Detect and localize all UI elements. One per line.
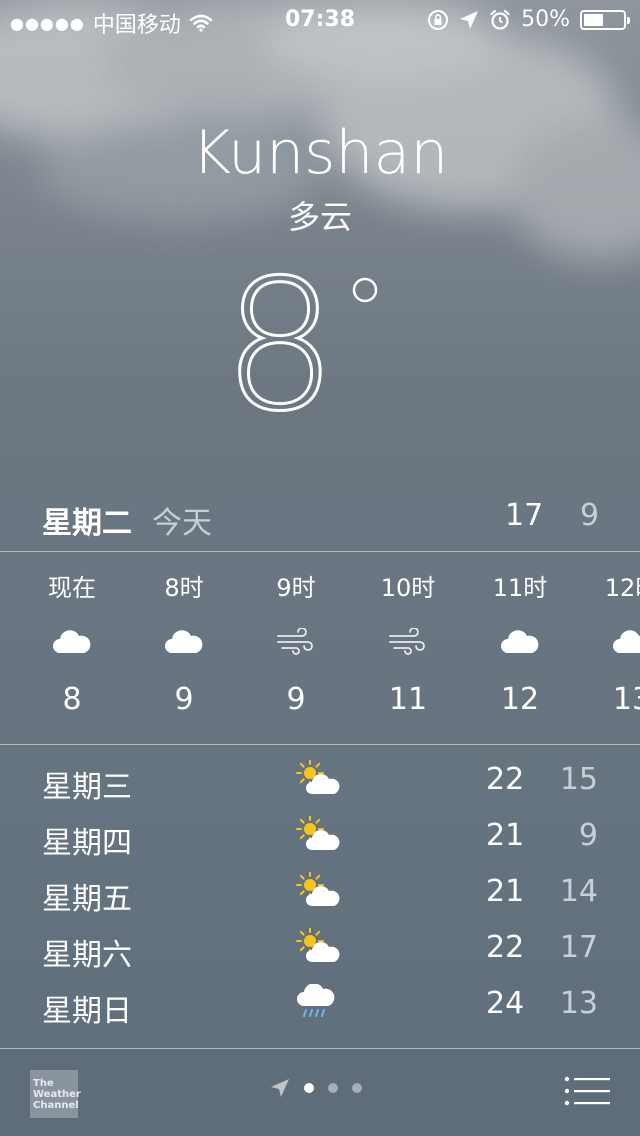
today-day: 星期二	[42, 506, 132, 541]
daily-low: 17	[559, 930, 598, 965]
current-temperature-display: 8	[230, 258, 378, 418]
rain-icon	[296, 983, 336, 1028]
daily-high: 24	[486, 986, 525, 1021]
today-high: 17	[505, 498, 544, 533]
hour-item: 11时 12	[464, 552, 576, 717]
daily-row: 星期日 24 13	[0, 976, 640, 1032]
hour-temperature: 9	[174, 682, 194, 717]
hourly-forecast[interactable]: 现在 8 8时 9 9时 9 10时 11 11时 12 12时 13	[0, 552, 640, 744]
daily-row: 星期六 22 17	[0, 920, 640, 976]
daily-day: 星期五	[42, 882, 132, 917]
daily-low: 13	[559, 986, 598, 1021]
hour-temperature: 9	[286, 682, 306, 717]
hour-item: 8时 9	[128, 552, 240, 717]
partly-sunny-icon	[296, 871, 344, 916]
weather-channel-logo[interactable]: The Weather Channel	[30, 1070, 81, 1118]
battery-icon	[580, 9, 630, 30]
today-low: 9	[580, 498, 600, 533]
page-indicator[interactable]	[270, 1078, 362, 1098]
daily-day: 星期四	[42, 826, 132, 861]
hour-label: 8时	[164, 574, 204, 602]
daily-low: 15	[559, 762, 598, 797]
hour-label: 10时	[380, 574, 436, 602]
city-list-icon[interactable]	[564, 1076, 610, 1106]
wind-icon	[352, 612, 464, 672]
battery-percentage: 50%	[521, 7, 570, 32]
daily-row: 星期五 21 14	[0, 864, 640, 920]
hour-temperature: 8	[62, 682, 82, 717]
degree-symbol	[352, 277, 378, 303]
cloud-icon	[576, 612, 640, 672]
page-dot[interactable]	[328, 1083, 338, 1093]
status-bar: ●●●●● 中国移动 07:38 50%	[0, 0, 640, 40]
daily-high: 22	[486, 930, 525, 965]
status-right: 50%	[427, 7, 630, 32]
cloud-icon	[464, 612, 576, 672]
daily-day: 星期三	[42, 770, 132, 805]
today-label: 今天	[152, 506, 212, 541]
battery-fill	[584, 13, 603, 26]
hour-label: 9时	[276, 574, 316, 602]
divider	[0, 1048, 640, 1049]
partly-sunny-icon	[296, 759, 344, 804]
daily-low: 9	[578, 818, 598, 853]
hour-label: 12时	[604, 574, 640, 602]
page-dots	[304, 1083, 362, 1093]
hour-item: 9时 9	[240, 552, 352, 717]
daily-low: 14	[559, 874, 598, 909]
current-temperature: 8	[0, 258, 640, 418]
hour-label: 11时	[492, 574, 548, 602]
page-dot[interactable]	[304, 1083, 314, 1093]
daily-high: 21	[486, 818, 525, 853]
daily-high: 22	[486, 762, 525, 797]
daily-day: 星期六	[42, 938, 132, 973]
daily-high: 21	[486, 874, 525, 909]
page-dot[interactable]	[352, 1083, 362, 1093]
partly-sunny-icon	[296, 815, 344, 860]
hour-item: 现在 8	[16, 552, 128, 717]
divider	[0, 744, 640, 745]
cloud-icon	[128, 612, 240, 672]
hour-item: 12时 13	[576, 552, 640, 717]
location-page-icon	[271, 1079, 289, 1097]
daily-day: 星期日	[42, 994, 132, 1029]
today-summary: 星期二 今天 17 9	[0, 498, 640, 542]
bottom-toolbar: The Weather Channel	[0, 1048, 640, 1136]
partly-sunny-icon	[296, 927, 344, 972]
daily-row: 星期四 21 9	[0, 808, 640, 864]
rotation-lock-icon	[428, 9, 449, 30]
weather-condition: 多云	[287, 198, 352, 236]
location-arrow-icon	[460, 10, 479, 29]
daily-forecast[interactable]: 星期三 22 15 星期四 21 9 星期五 21 14 星期六 22 17 星期日 24 13	[0, 752, 640, 1032]
hour-item: 10时 11	[352, 552, 464, 717]
daily-row: 星期三 22 15	[0, 752, 640, 808]
cloud-icon	[16, 612, 128, 672]
wind-icon	[240, 612, 352, 672]
hour-label: 现在	[48, 574, 96, 602]
city-name: Kunshan	[191, 118, 449, 188]
hour-temperature: 12	[500, 682, 540, 717]
hour-temperature: 11	[388, 682, 428, 717]
hour-temperature: 13	[612, 682, 640, 717]
alarm-icon	[490, 9, 510, 30]
temperature-value: 8	[230, 258, 337, 418]
